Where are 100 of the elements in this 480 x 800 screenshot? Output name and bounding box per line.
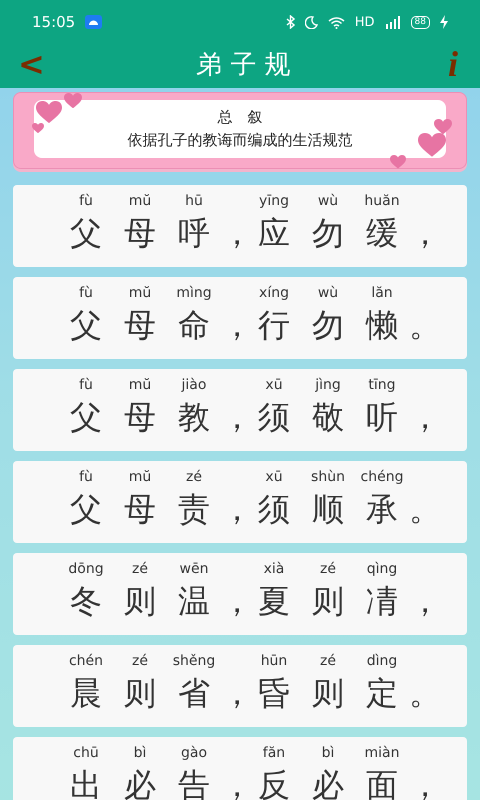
pinyin: fù <box>79 192 93 211</box>
pinyin: jiào <box>182 376 206 395</box>
banner-subtitle: 依据孔子的教诲而编成的生活规范 <box>128 131 352 150</box>
hanzi: 责 <box>178 489 210 530</box>
hanzi: 父 <box>70 213 102 254</box>
pinyin: xū <box>265 468 283 487</box>
punctuation: ， <box>221 213 247 254</box>
pinyin: wù <box>318 284 338 303</box>
pinyin: jìng <box>315 376 341 395</box>
hanzi: 夏 <box>258 581 290 622</box>
pinyin: bì <box>322 744 334 763</box>
android-app-icon <box>85 15 102 29</box>
pinyin: yīng <box>259 192 289 211</box>
hanzi: 昏 <box>258 673 290 714</box>
battery-level: 88 <box>410 16 430 28</box>
punctuation: ， <box>409 581 435 622</box>
hanzi: 缓 <box>366 213 398 254</box>
hanzi: 听 <box>366 397 398 438</box>
pinyin: tīng <box>368 376 396 395</box>
page-title: 弟 子 规 <box>196 48 291 82</box>
punctuation: ， <box>409 213 435 254</box>
pinyin: hū <box>185 192 203 211</box>
back-button[interactable]: < <box>18 48 45 80</box>
pinyin: gào <box>180 744 208 763</box>
hanzi: 父 <box>70 305 102 346</box>
hanzi: 敬 <box>312 397 344 438</box>
pinyin: fù <box>79 468 93 487</box>
hanzi: 则 <box>124 673 156 714</box>
hanzi: 则 <box>124 581 156 622</box>
pinyin: shěng <box>172 652 216 671</box>
pinyin: wēn <box>180 560 208 579</box>
hanzi: 教 <box>178 397 210 438</box>
heart-icon <box>64 93 82 108</box>
pinyin: chén <box>68 652 104 671</box>
wifi-icon <box>328 16 345 28</box>
pinyin: zé <box>132 560 148 579</box>
moon-icon <box>304 16 318 28</box>
network-type: HD <box>354 14 375 30</box>
punctuation: 。 <box>409 305 435 346</box>
hanzi: 母 <box>124 397 156 438</box>
punctuation: ， <box>221 765 247 800</box>
hanzi: 母 <box>124 305 156 346</box>
pinyin: qìng <box>366 560 398 579</box>
hanzi: 必 <box>124 765 156 800</box>
pinyin: bì <box>134 744 146 763</box>
pinyin: dōng <box>68 560 104 579</box>
punctuation: ， <box>221 673 247 714</box>
hanzi: 面 <box>366 765 398 800</box>
banner-heading: 总 叙 <box>218 108 262 127</box>
clock: 15:05 <box>32 13 76 31</box>
punctuation: 。 <box>409 673 435 714</box>
pinyin: hūn <box>260 652 288 671</box>
hanzi: 省 <box>178 673 210 714</box>
hanzi: 懒 <box>366 305 398 346</box>
pinyin: zé <box>320 560 336 579</box>
hanzi: 应 <box>258 213 290 254</box>
pinyin: chū <box>73 744 99 763</box>
pinyin: miàn <box>364 744 400 763</box>
hanzi: 须 <box>258 489 290 530</box>
hanzi: 则 <box>312 673 344 714</box>
pinyin: fù <box>79 376 93 395</box>
heart-icon <box>390 155 406 169</box>
pinyin: zé <box>132 652 148 671</box>
pinyin: făn <box>262 744 286 763</box>
hanzi: 温 <box>178 581 210 622</box>
hanzi: 定 <box>366 673 398 714</box>
punctuation: ， <box>409 397 435 438</box>
pinyin: shùn <box>311 468 345 487</box>
pinyin: dìng <box>366 652 398 671</box>
hanzi: 承 <box>366 489 398 530</box>
pinyin: mŭ <box>128 468 152 487</box>
hanzi: 出 <box>70 765 102 800</box>
info-button[interactable]: i <box>442 46 464 82</box>
pinyin: wù <box>318 192 338 211</box>
punctuation: ， <box>221 397 247 438</box>
hanzi: 晨 <box>70 673 102 714</box>
hanzi: 顺 <box>312 489 344 530</box>
hanzi: 凊 <box>366 581 398 622</box>
punctuation: ， <box>221 489 247 530</box>
pinyin: xū <box>265 376 283 395</box>
hanzi: 母 <box>124 213 156 254</box>
pinyin: chéng <box>360 468 404 487</box>
pinyin: mŭ <box>128 376 152 395</box>
hanzi: 须 <box>258 397 290 438</box>
punctuation: ， <box>221 581 247 622</box>
hanzi: 冬 <box>70 581 102 622</box>
pinyin: mìng <box>176 284 212 303</box>
pinyin: zé <box>320 652 336 671</box>
pinyin: xià <box>264 560 284 579</box>
pinyin: huăn <box>364 192 400 211</box>
pinyin: lăn <box>371 284 393 303</box>
pinyin: fù <box>79 284 93 303</box>
hanzi: 命 <box>178 305 210 346</box>
charging-icon <box>440 15 448 29</box>
hanzi: 父 <box>70 489 102 530</box>
pinyin: zé <box>186 468 202 487</box>
pinyin: mŭ <box>128 284 152 303</box>
hanzi: 行 <box>258 305 290 346</box>
punctuation: ， <box>409 765 435 800</box>
hanzi: 勿 <box>312 213 344 254</box>
